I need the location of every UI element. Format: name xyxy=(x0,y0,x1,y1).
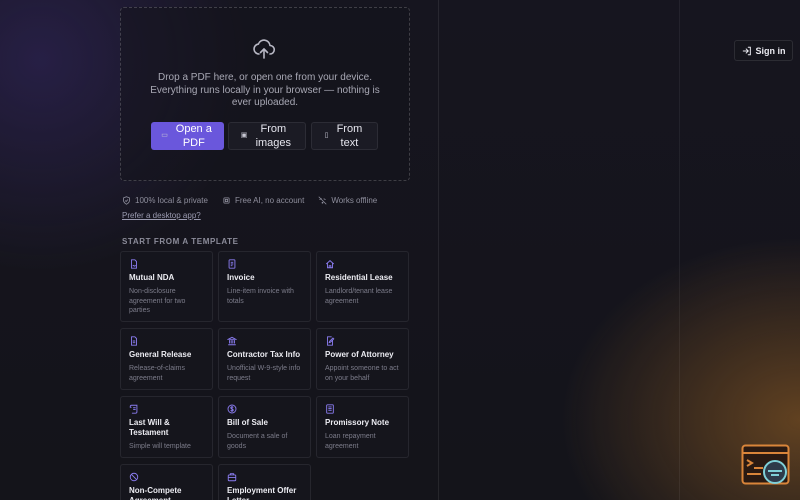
template-title: Non-Compete Agreement xyxy=(129,486,182,500)
shield-check-icon xyxy=(123,196,130,205)
template-card-power-of-attorney[interactable]: Power of Attorney Appoint someone to act… xyxy=(316,328,409,390)
template-description: Simple will template xyxy=(129,443,191,450)
template-description: Loan repayment agreement xyxy=(325,433,376,450)
feature-offline: Works offline xyxy=(318,196,377,205)
template-description: Line-item invoice with totals xyxy=(227,288,294,305)
template-card-residential-lease[interactable]: Residential Lease Landlord/tenant lease … xyxy=(316,251,409,322)
template-card-bill-of-sale[interactable]: Bill of Sale Document a sale of goods xyxy=(218,396,311,458)
template-title: Power of Attorney xyxy=(325,350,394,359)
template-description: Non-disclosure agreement for two parties xyxy=(129,288,186,314)
ban-icon xyxy=(129,472,139,482)
template-description: Unofficial W-9-style info request xyxy=(227,365,301,382)
template-title: Invoice xyxy=(227,273,255,282)
from-images-button[interactable]: ▣ From images xyxy=(228,122,306,150)
template-title: General Release xyxy=(129,350,192,359)
template-card-promissory-note[interactable]: Promissory Note Loan repayment agreement xyxy=(316,396,409,458)
template-title: Mutual NDA xyxy=(129,273,175,282)
template-card-non-compete[interactable]: Non-Compete Agreement xyxy=(120,464,213,500)
text-file-icon: ▯ xyxy=(324,132,329,139)
template-title: Promissory Note xyxy=(325,418,390,427)
note-icon xyxy=(326,404,334,414)
signature-doc-icon xyxy=(131,259,137,269)
template-title: Last Will & Testament xyxy=(129,418,170,437)
template-card-contractor-tax-info[interactable]: Contractor Tax Info Unofficial W-9-style… xyxy=(218,328,311,390)
cloud-upload-icon xyxy=(253,39,276,59)
feature-ai: Free AI, no account xyxy=(222,196,304,205)
template-card-employment-offer[interactable]: Employment Offer Letter xyxy=(218,464,311,500)
sign-in-label: Sign in xyxy=(755,45,786,56)
from-text-label: From text xyxy=(336,123,363,149)
from-text-button[interactable]: ▯ From text xyxy=(311,122,378,150)
template-title: Residential Lease xyxy=(325,273,393,282)
bank-icon xyxy=(227,336,237,346)
open-pdf-button[interactable]: ▭ Open a PDF xyxy=(151,122,224,150)
briefcase-icon xyxy=(227,473,237,482)
desktop-app-link[interactable]: Prefer a desktop app? xyxy=(122,211,201,220)
terminal-help-widget-icon[interactable] xyxy=(741,444,791,488)
column-divider xyxy=(679,0,680,500)
template-description: Release-of-claims agreement xyxy=(129,365,186,382)
template-card-last-will[interactable]: Last Will & Testament Simple will templa… xyxy=(120,396,213,458)
invoice-icon xyxy=(228,259,236,269)
template-description: Landlord/tenant lease agreement xyxy=(325,288,393,305)
feature-local-label: 100% local & private xyxy=(135,196,208,205)
feature-offline-label: Works offline xyxy=(331,196,378,205)
from-images-label: From images xyxy=(255,123,292,149)
template-title: Contractor Tax Info xyxy=(227,350,301,359)
edit-doc-icon xyxy=(327,336,335,346)
template-title: Employment Offer Letter xyxy=(227,486,297,500)
feature-list: 100% local & private Free AI, no account… xyxy=(122,196,377,205)
chip-icon xyxy=(223,197,230,204)
template-card-general-release[interactable]: General Release Release-of-claims agreem… xyxy=(120,328,213,390)
scroll-icon xyxy=(129,404,138,414)
wifi-off-icon xyxy=(318,196,327,205)
template-title: Bill of Sale xyxy=(227,418,268,427)
template-card-mutual-nda[interactable]: Mutual NDA Non-disclosure agreement for … xyxy=(120,251,213,322)
template-description: Appoint someone to act on your behalf xyxy=(325,365,399,382)
open-pdf-label: Open a PDF xyxy=(175,123,212,149)
template-description: Document a sale of goods xyxy=(227,433,288,450)
feature-ai-label: Free AI, no account xyxy=(234,196,305,205)
image-icon: ▣ xyxy=(240,132,248,139)
templates-heading: START FROM A TEMPLATE xyxy=(122,237,239,246)
folder-icon: ▭ xyxy=(161,132,168,139)
sign-in-icon xyxy=(742,46,751,55)
dropzone-text: Drop a PDF here, or open one from your d… xyxy=(150,72,380,108)
sign-in-button[interactable]: Sign in xyxy=(734,40,793,61)
document-icon xyxy=(131,336,137,346)
dollar-icon xyxy=(227,404,237,414)
template-card-invoice[interactable]: Invoice Line-item invoice with totals xyxy=(218,251,311,322)
home-icon xyxy=(325,260,335,269)
column-divider xyxy=(438,0,439,500)
feature-local: 100% local & private xyxy=(122,196,208,205)
